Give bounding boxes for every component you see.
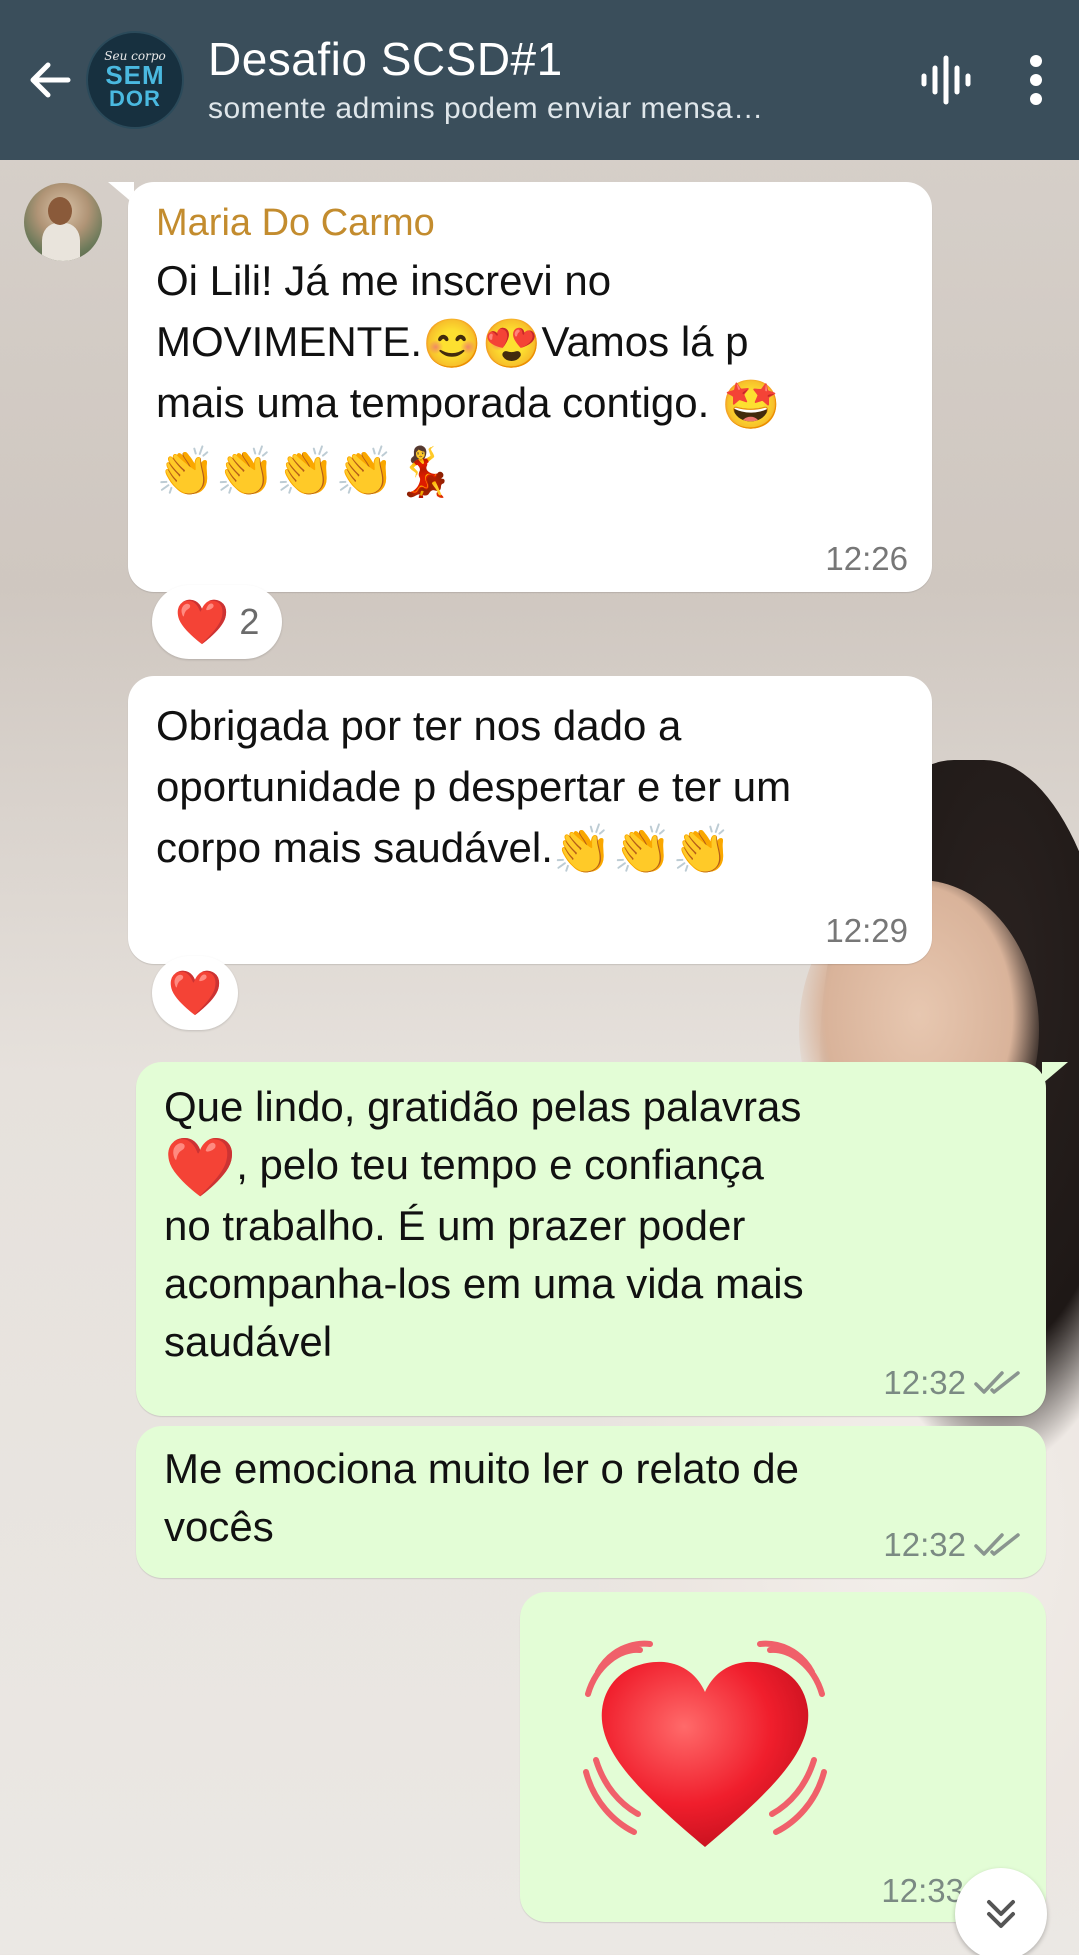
more-menu-button[interactable] [1011, 30, 1061, 130]
star-struck-emoji: 🤩 [720, 378, 781, 432]
message-text: Obrigada por ter nos dado a oportunidade… [156, 702, 792, 877]
chat-subtitle: somente admins podem enviar mensa… [208, 92, 764, 126]
chat-header: Seu corpo SEM DOR Desafio SCSD#1 somente… [0, 0, 1079, 160]
message-time: 12:33 [881, 1872, 964, 1909]
chat-title-block[interactable]: Desafio SCSD#1 somente admins podem envi… [208, 34, 911, 127]
beating-heart-sticker [580, 1632, 830, 1862]
clap-emoji: 👏 [275, 445, 336, 499]
message-time: 12:32 [883, 1526, 966, 1563]
message-bubble[interactable]: Obrigada por ter nos dado a oportunidade… [128, 676, 932, 964]
scroll-down-button[interactable] [955, 1868, 1047, 1955]
message-bubble[interactable]: Maria Do Carmo Oi Lili! Já me inscrevi n… [128, 182, 932, 592]
message-text: Oi Lili! Já me inscrevi no MOVIMENTE.😊😍V… [156, 257, 781, 499]
beating-heart-icon [583, 1640, 827, 1847]
reaction-badge[interactable]: ❤️ [152, 956, 238, 1030]
voice-chat-icon [921, 55, 971, 105]
clap-emoji: 👏 [215, 445, 276, 499]
clap-emoji: 👏 [612, 823, 673, 877]
message-time-row: 12:32 [883, 1526, 1022, 1564]
dancer-emoji: 💃 [395, 445, 455, 499]
heart-eyes-emoji: 😍 [481, 317, 542, 371]
reaction-badge[interactable]: ❤️ 2 [152, 585, 282, 659]
clap-emoji: 👏 [672, 823, 733, 877]
message-text: Que lindo, gratidão pelas palavras ❤️, p… [164, 1083, 804, 1365]
heart-emoji: ❤️ [164, 1134, 237, 1200]
message-time: 12:26 [825, 540, 908, 577]
message-time: 12:29 [825, 912, 908, 949]
voice-chat-button[interactable] [911, 30, 981, 130]
back-arrow-icon [30, 62, 71, 98]
bubble-tail [1042, 1062, 1068, 1084]
double-check-icon [974, 1533, 1020, 1556]
message-time-row: 12:32 [883, 1364, 1022, 1402]
heart-emoji: ❤️ [167, 969, 223, 1018]
heart-emoji: ❤️ [174, 598, 230, 647]
back-button[interactable] [14, 30, 86, 130]
double-check-icon [974, 1371, 1020, 1394]
chat-title: Desafio SCSD#1 [208, 32, 563, 85]
message-bubble[interactable]: 12:33 [520, 1592, 1046, 1922]
group-avatar[interactable]: Seu corpo SEM DOR [86, 31, 184, 129]
sender-avatar[interactable] [24, 183, 102, 261]
scroll-down-icon [987, 1900, 1015, 1928]
more-menu-icon [1030, 55, 1042, 105]
message-bubble[interactable]: Que lindo, gratidão pelas palavras ❤️, p… [136, 1062, 1046, 1416]
sender-name[interactable]: Maria Do Carmo [156, 202, 904, 245]
reaction-count: 2 [239, 601, 260, 642]
smile-emoji: 😊 [422, 317, 482, 371]
clap-emoji: 👏 [552, 823, 613, 877]
clap-emoji: 👏 [156, 445, 216, 499]
clap-emoji: 👏 [335, 445, 396, 499]
message-time: 12:32 [883, 1364, 966, 1401]
message-bubble[interactable]: Me emociona muito ler o relato de vocês … [136, 1426, 1046, 1578]
